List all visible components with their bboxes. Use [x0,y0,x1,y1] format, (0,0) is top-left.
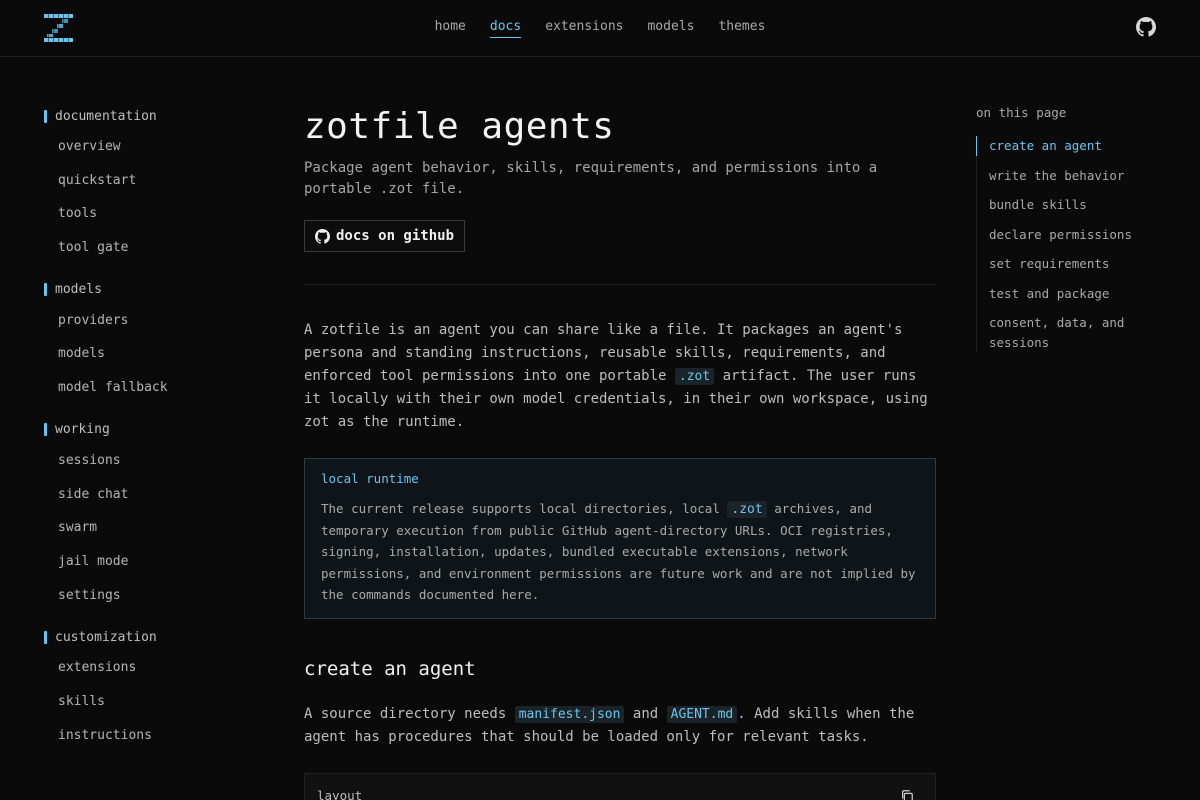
intro-paragraph: A zotfile is an agent you can share like… [304,319,936,434]
sidebar-item-model-fallback[interactable]: model fallback [44,378,264,412]
nav-home[interactable]: home [435,19,466,37]
toc-item-bundle-skills[interactable]: bundle skills [977,195,1176,215]
section-marker [44,630,47,644]
main-nav: home docs extensions models themes [0,19,1200,38]
main-content: zotfile agents Package agent behavior, s… [304,100,936,800]
sidebar-item-sessions[interactable]: sessions [44,451,264,485]
sidebar-item-providers[interactable]: providers [44,311,264,345]
section-label: documentation [55,108,157,124]
sidebar-item-settings[interactable]: settings [44,586,264,620]
sidebar-item-quickstart[interactable]: quickstart [44,171,264,205]
toc-item-write-the-behavior[interactable]: write the behavior [977,166,1176,186]
page-subtitle: Package agent behavior, skills, requirem… [304,160,878,197]
section-text: A source directory needs [304,706,515,722]
sidebar-item-tools[interactable]: tools [44,204,264,238]
divider [304,284,936,285]
section-label: working [55,422,110,438]
sidebar-section-working: working sessions side chat swarm jail mo… [44,420,264,619]
section-marker [44,109,47,123]
toc-list: create an agent write the behavior bundl… [976,136,1176,352]
code-block-label: layout [317,788,363,800]
section-label: customization [55,629,157,645]
toc-item-set-requirements[interactable]: set requirements [977,254,1176,274]
nav-themes[interactable]: themes [718,19,765,37]
callout-text: archives, and temporary execution from p… [321,500,916,602]
toc-item-test-and-package[interactable]: test and package [977,284,1176,304]
section-paragraph: A source directory needs manifest.json a… [304,703,936,749]
docs-sidebar: documentation overview quickstart tools … [44,106,264,767]
sidebar-section-title: customization [44,627,264,647]
table-of-contents: on this page create an agent write the b… [976,105,1176,362]
sidebar-item-skills[interactable]: skills [44,692,264,726]
sidebar-section-customization: customization extensions skills instruct… [44,627,264,759]
section-label: models [55,282,102,298]
top-bar: home docs extensions models themes [0,0,1200,57]
sidebar-item-models[interactable]: models [44,344,264,378]
toc-item-consent-data-sessions[interactable]: consent, data, and sessions [977,313,1176,352]
github-icon[interactable] [1136,17,1156,37]
section-text: and [624,706,667,722]
section-marker [44,423,47,437]
nav-extensions[interactable]: extensions [545,19,623,37]
local-runtime-callout: local runtime The current release suppor… [304,457,936,619]
nav-models[interactable]: models [647,19,694,37]
page-title: zotfile agents [304,106,615,147]
section-heading-create-an-agent: create an agent [304,658,476,680]
sidebar-item-overview[interactable]: overview [44,137,264,171]
sidebar-item-side-chat[interactable]: side chat [44,485,264,519]
github-icon [315,228,330,244]
github-button-label: docs on github [336,228,455,244]
sidebar-section-documentation: documentation overview quickstart tools … [44,106,264,272]
inline-code: AGENT.md [666,706,738,723]
toc-item-create-an-agent[interactable]: create an agent [976,136,1176,156]
inline-code: .zot [727,500,767,518]
inline-code: manifest.json [514,706,625,723]
copy-icon[interactable] [900,788,916,800]
docs-on-github-button[interactable]: docs on github [304,220,466,252]
toc-item-declare-permissions[interactable]: declare permissions [977,225,1176,245]
code-block: layout [304,773,936,800]
sidebar-section-models: models providers models model fallback [44,280,264,412]
sidebar-item-instructions[interactable]: instructions [44,726,264,760]
sidebar-item-tool-gate[interactable]: tool gate [44,238,264,272]
section-marker [44,283,47,297]
sidebar-section-title: documentation [44,106,264,126]
callout-text: The current release supports local direc… [321,500,728,516]
callout-title: local runtime [321,470,419,486]
toc-title: on this page [976,105,1067,120]
sidebar-section-title: models [44,280,264,300]
sidebar-section-title: working [44,420,264,440]
sidebar-item-swarm[interactable]: swarm [44,518,264,552]
nav-docs[interactable]: docs [489,19,522,38]
sidebar-item-extensions[interactable]: extensions [44,658,264,692]
inline-code: .zot [674,367,715,385]
callout-body: The current release supports local direc… [321,498,919,605]
sidebar-item-jail-mode[interactable]: jail mode [44,552,264,586]
